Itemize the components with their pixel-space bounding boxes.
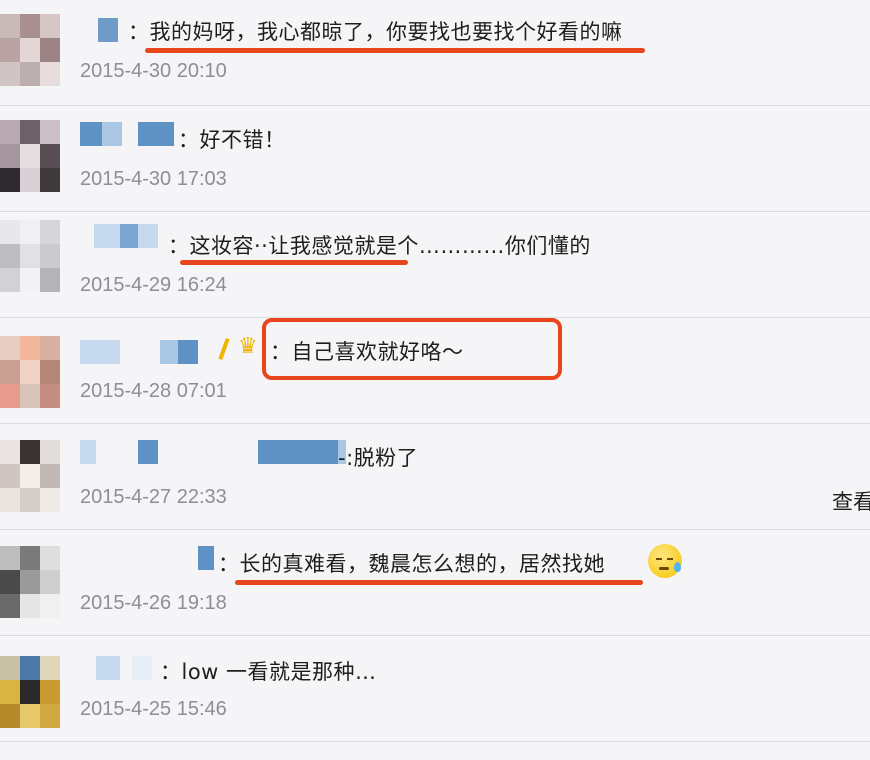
timestamp: 2015-4-28 07:01 xyxy=(80,380,227,402)
comment-text: -:脱粉了 xyxy=(338,446,419,470)
comment-text: ：这妆容··让我感觉就是个…………你们懂的 xyxy=(168,234,591,258)
timestamp: 2015-4-29 16:24 xyxy=(80,274,227,296)
comment-row[interactable]: ：我的妈呀，我心都晾了，你要找也要找个好看的嘛 2015-4-30 20:10 xyxy=(0,0,870,106)
avatar[interactable] xyxy=(0,120,60,192)
comment-row[interactable]: ：好不错！ 2015-4-30 17:03 xyxy=(0,106,870,212)
avatar[interactable] xyxy=(0,14,60,86)
avatar[interactable] xyxy=(0,220,60,292)
timestamp: 2015-4-30 20:10 xyxy=(80,60,227,82)
comment-row[interactable]: ♛ ：自己喜欢就好咯～ 2015-4-28 07:01 xyxy=(0,318,870,424)
avatar[interactable] xyxy=(0,546,60,618)
timestamp: 2015-4-26 19:18 xyxy=(80,592,227,614)
comment-row[interactable]: ：长的真难看，魏晨怎么想的，居然找她 2015-4-26 19:18 xyxy=(0,530,870,636)
highlight-underline xyxy=(235,580,643,585)
timestamp: 2015-4-25 15:46 xyxy=(80,698,227,720)
timestamp: 2015-4-30 17:03 xyxy=(80,168,227,190)
comment-row[interactable]: ：这妆容··让我感觉就是个…………你们懂的 2015-4-29 16:24 xyxy=(0,212,870,318)
view-more-link[interactable]: 查看 xyxy=(832,486,870,516)
crown-icon: ♛ xyxy=(238,334,258,359)
highlight-underline xyxy=(145,48,645,53)
avatar[interactable] xyxy=(0,440,60,512)
comment-row[interactable]: ：low 一看就是那种… 2015-4-25 15:46 xyxy=(0,636,870,742)
comment-list: ：我的妈呀，我心都晾了，你要找也要找个好看的嘛 2015-4-30 20:10 … xyxy=(0,0,870,760)
highlight-underline xyxy=(180,260,408,265)
comment-text: ：好不错！ xyxy=(178,128,286,152)
avatar[interactable] xyxy=(0,336,60,408)
highlight-box xyxy=(262,318,562,380)
timestamp: 2015-4-27 22:33 xyxy=(80,486,227,508)
comment-text: ：low 一看就是那种… xyxy=(160,660,377,684)
comment-row[interactable]: -:脱粉了 2015-4-27 22:33 查看 xyxy=(0,424,870,530)
sweat-emoji-icon xyxy=(648,544,682,578)
avatar[interactable] xyxy=(0,656,60,728)
comment-text: ：长的真难看，魏晨怎么想的，居然找她 xyxy=(218,552,605,576)
comment-text: ：我的妈呀，我心都晾了，你要找也要找个好看的嘛 xyxy=(128,20,623,44)
pencil-icon xyxy=(218,337,230,361)
